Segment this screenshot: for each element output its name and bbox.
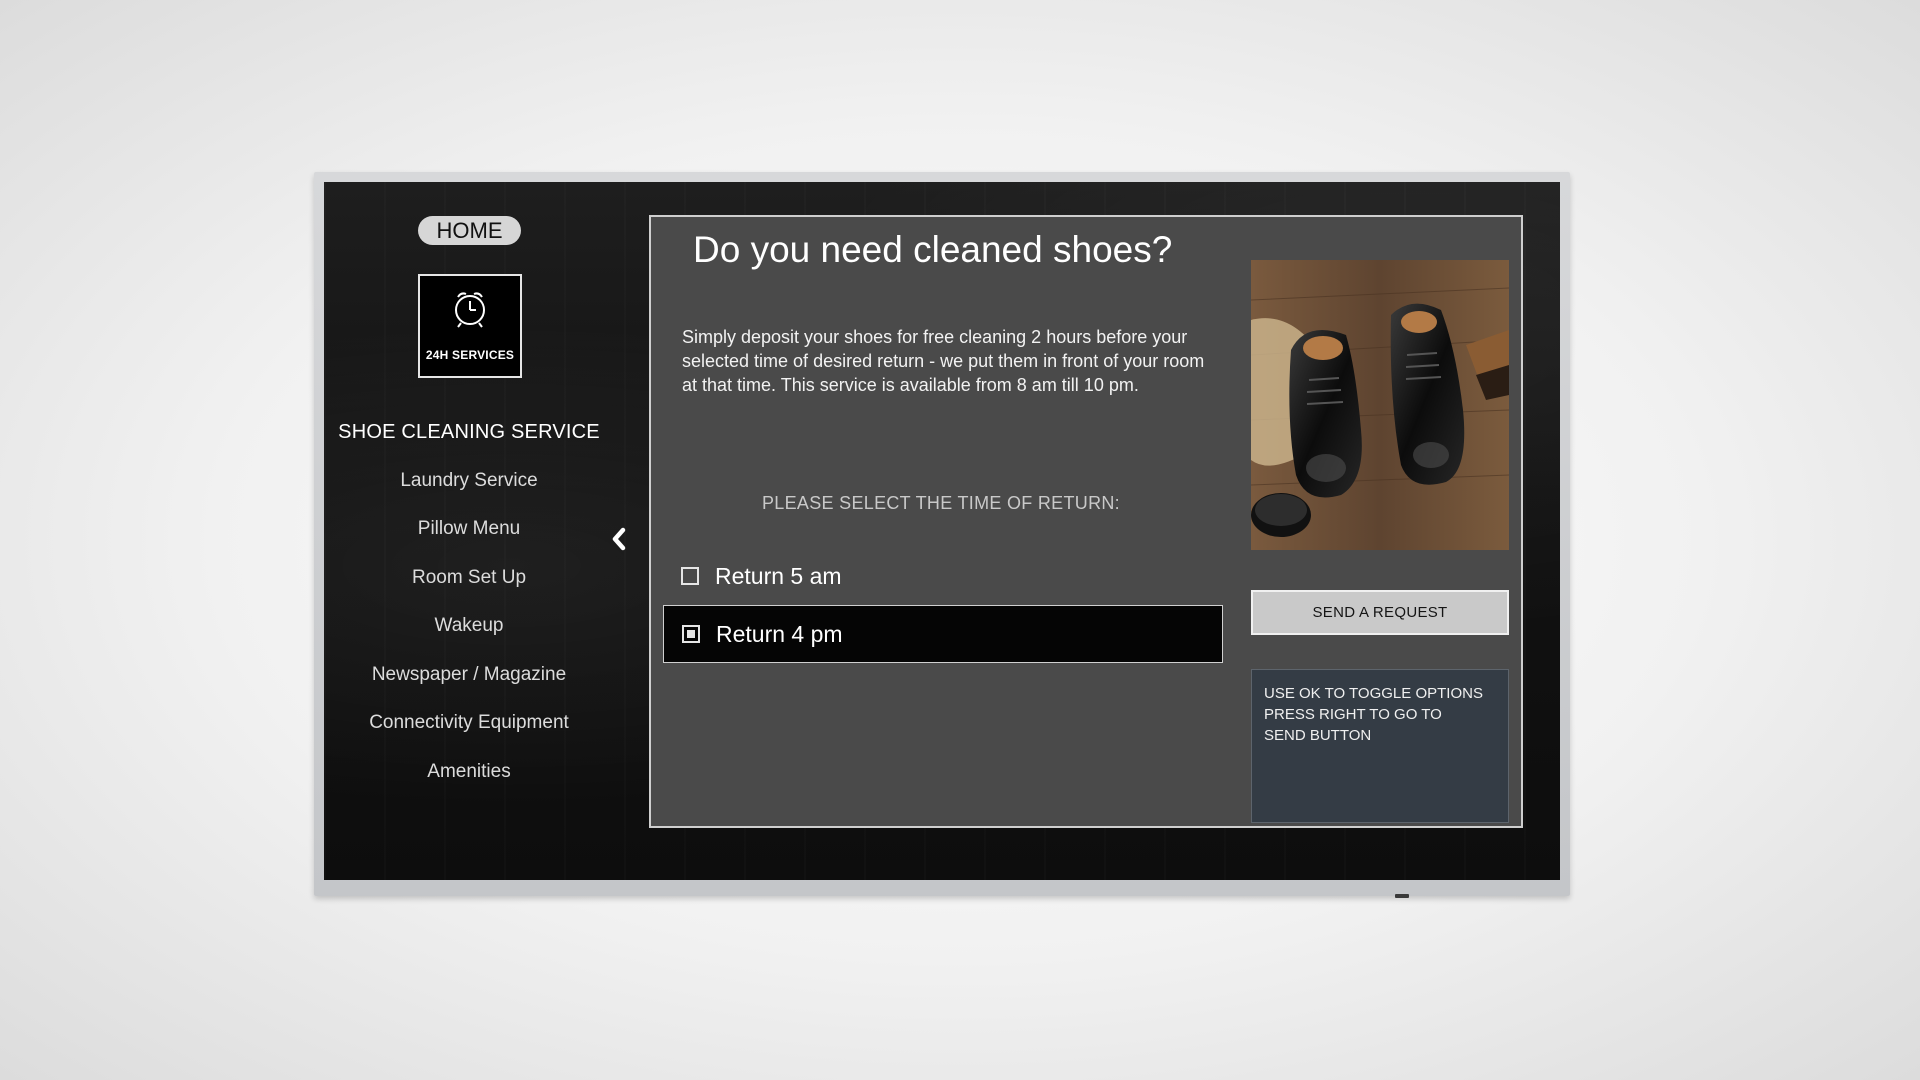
tile-label: 24H SERVICES: [425, 348, 515, 362]
power-led: [1395, 894, 1409, 898]
hint-line: SEND BUTTON: [1264, 727, 1372, 744]
home-button[interactable]: HOME: [418, 216, 521, 245]
menu-item-room-set-up[interactable]: Room Set Up: [324, 554, 614, 603]
tv-screen: HOME 24H SERVICES SHOE CLEANING SERVICE …: [324, 182, 1560, 880]
service-description: Simply deposit your shoes for free clean…: [682, 327, 1205, 395]
alarm-clock-icon: [455, 292, 485, 328]
menu-item-connectivity[interactable]: Connectivity Equipment: [324, 699, 614, 748]
tv-frame: HOME 24H SERVICES SHOE CLEANING SERVICE …: [314, 172, 1570, 896]
menu-item-wakeup[interactable]: Wakeup: [324, 602, 614, 651]
hint-box: USE OK TO TOGGLE OPTIONS PRESS RIGHT TO …: [1251, 669, 1509, 823]
menu-item-newspaper[interactable]: Newspaper / Magazine: [324, 651, 614, 700]
hint-line: USE OK TO TOGGLE OPTIONS: [1264, 685, 1483, 702]
checkbox[interactable]: [681, 567, 699, 585]
menu-item-shoe-cleaning[interactable]: SHOE CLEANING SERVICE: [324, 408, 614, 457]
menu-item-amenities[interactable]: Amenities: [324, 748, 614, 797]
24h-services-tile[interactable]: 24H SERVICES: [418, 274, 522, 378]
page-title: Do you need cleaned shoes?: [693, 229, 1173, 270]
menu-item-pillow-menu[interactable]: Pillow Menu: [324, 505, 614, 554]
select-prompt: PLEASE SELECT THE TIME OF RETURN:: [762, 493, 1120, 513]
option-return-4pm[interactable]: Return 4 pm: [663, 605, 1223, 663]
service-menu: SHOE CLEANING SERVICE Laundry Service Pi…: [324, 408, 614, 796]
chevron-left-icon[interactable]: [608, 524, 630, 554]
option-label: Return 4 pm: [716, 620, 843, 647]
option-label: Return 5 am: [715, 562, 842, 589]
checkbox-checked[interactable]: [682, 625, 700, 643]
menu-item-laundry[interactable]: Laundry Service: [324, 457, 614, 506]
send-request-button[interactable]: SEND A REQUEST: [1251, 590, 1509, 635]
hint-line: PRESS RIGHT TO GO TO: [1264, 706, 1442, 723]
option-return-5am[interactable]: Return 5 am: [663, 547, 1223, 605]
service-panel: Do you need cleaned shoes? Simply deposi…: [649, 215, 1523, 828]
shoes-photo: [1251, 260, 1509, 550]
